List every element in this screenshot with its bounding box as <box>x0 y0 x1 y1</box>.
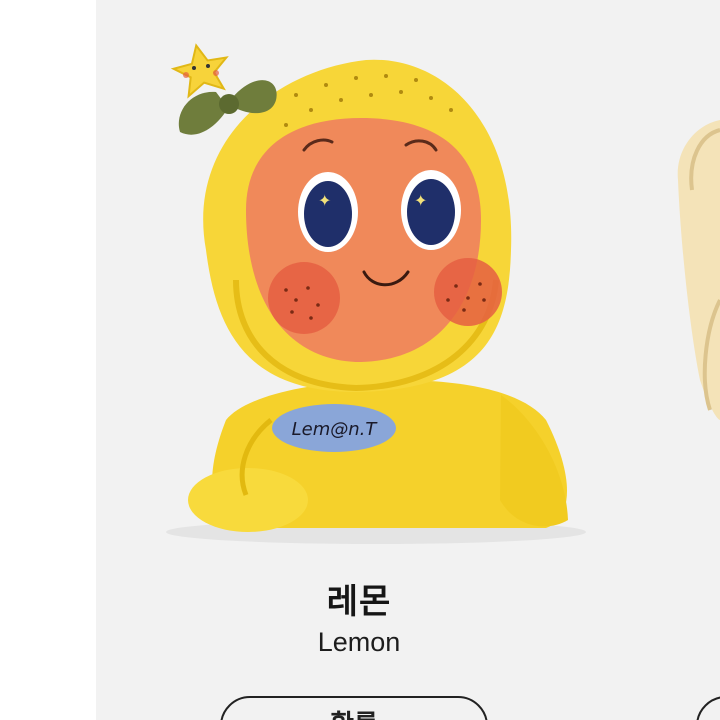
badge-text: Lem@n.T <box>292 419 379 440</box>
next-product-image-partial <box>677 120 720 420</box>
product-name-english: Lemon <box>317 627 401 657</box>
svg-text:✦: ✦ <box>414 191 427 210</box>
probability-button-label: 확률 <box>330 710 378 720</box>
product-name-korean: 레몬 <box>326 582 392 622</box>
page-margin <box>0 0 96 720</box>
product-card[interactable]: ✦ ✦ Lem@n.T 레몬 Lemon 확률 <box>96 0 720 720</box>
product-image-lemon-figure: ✦ ✦ Lem@n.T <box>166 43 586 544</box>
next-card-button-partial[interactable] <box>696 696 720 720</box>
svg-text:✦: ✦ <box>318 191 331 210</box>
probability-button[interactable]: 확률 <box>220 696 488 720</box>
